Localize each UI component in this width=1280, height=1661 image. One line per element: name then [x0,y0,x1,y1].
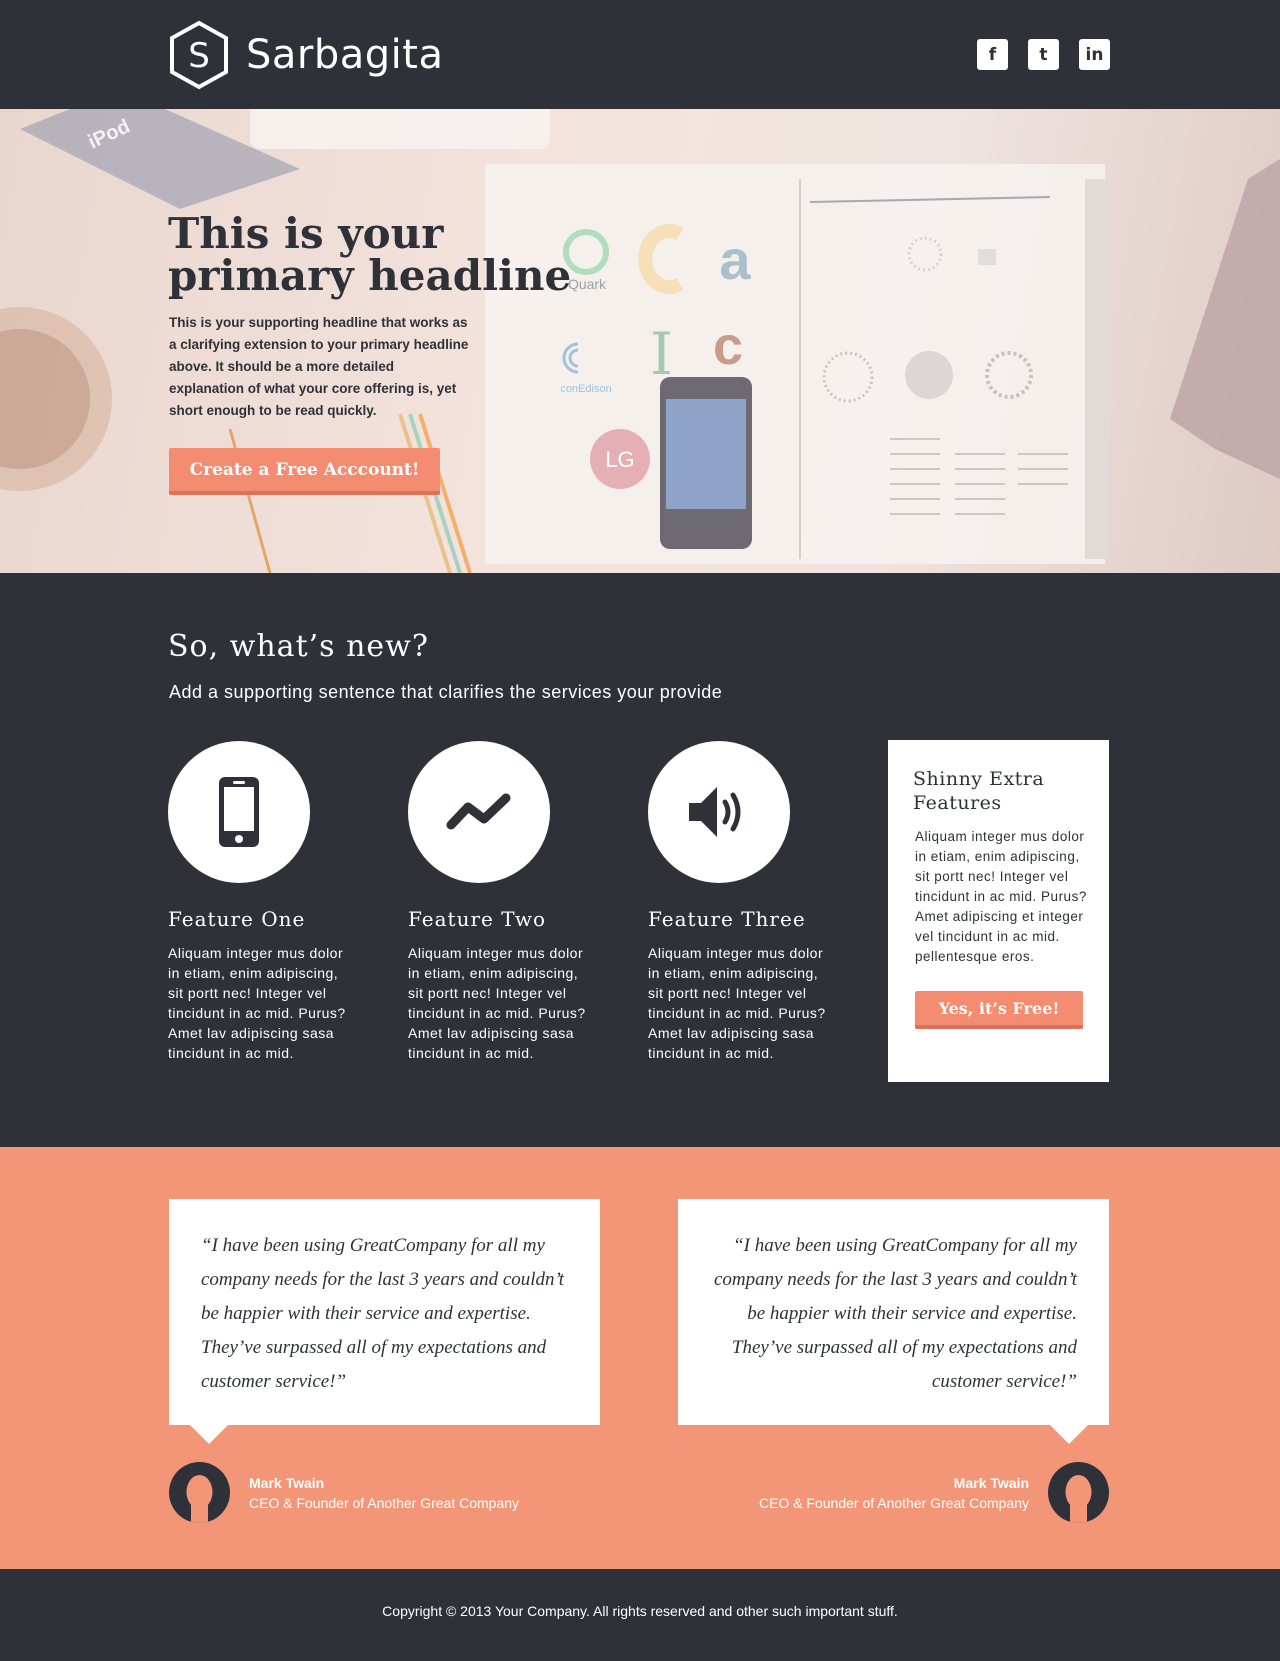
supporting-headline: This is your supporting headline that wo… [169,315,469,418]
brand-logo[interactable]: S Sarbagita [168,20,443,90]
feature-three-title: Feature Three [648,907,806,931]
extra-features-text: Aliquam integer mus dolor in etiam, enim… [915,829,1087,964]
author-role: CEO & Founder of Another Great Company [758,1494,1029,1511]
svg-text:LG: LG [605,447,634,472]
hero-section: iPod Quark a conEdison I c LG This is yo… [0,109,1280,573]
extra-features-title: Shinny Extra Features [913,768,1045,814]
feature-one-title: Feature One [168,907,306,931]
feature-three: Feature Three Aliquam integer mus dolor … [648,741,828,1063]
hexagon-logo-icon: S [170,20,228,90]
phone-icon [219,777,259,847]
avatar [169,1462,230,1523]
person-silhouette-icon [186,1475,213,1523]
svg-text:c: c [713,316,743,376]
speaker-icon [689,787,741,837]
feature-one-text: Aliquam integer mus dolor in etiam, enim… [168,945,346,1061]
avatar [1048,1462,1109,1523]
social-links: f t in [977,39,1110,70]
site-footer: Copyright © 2013 Your Company. All right… [0,1569,1280,1661]
author-meta: Mark Twain CEO & Founder of Another Grea… [759,1473,1029,1513]
feature-three-circle [648,741,790,883]
author-role: CEO & Founder of Another Great Company [249,1494,520,1511]
person-silhouette-icon [1065,1475,1092,1523]
features-subtitle: Add a supporting sentence that clarifies… [169,682,723,702]
features-section: So, what’s new? Add a supporting sentenc… [0,573,1280,1147]
logo-letter: S [188,36,210,76]
create-account-button[interactable]: Create a Free Acccount! [169,448,440,495]
testimonial-quote-right: “I have been using GreatCompany for all … [678,1199,1109,1444]
testimonial-author-left: Mark Twain CEO & Founder of Another Grea… [169,1462,519,1523]
feature-two: Feature Two Aliquam integer mus dolor in… [408,741,588,1063]
author-meta: Mark Twain CEO & Founder of Another Grea… [249,1473,519,1513]
brand-name: Sarbagita [246,32,444,78]
testimonials-section: “I have been using GreatCompany for all … [0,1147,1280,1569]
primary-headline: This is your primary headline [168,209,572,300]
yes-free-button[interactable]: Yes, it’s Free! [915,991,1083,1029]
svg-text:a: a [719,228,751,291]
feature-one: Feature One Aliquam integer mus dolor in… [168,741,348,1063]
feature-two-circle [408,741,550,883]
trend-icon [446,793,511,830]
features-title: So, what’s new? [168,629,429,664]
copyright-text: Copyright © 2013 Your Company. All right… [382,1603,898,1619]
feature-three-text: Aliquam integer mus dolor in etiam, enim… [648,945,826,1061]
linkedin-icon[interactable]: in [1079,39,1110,70]
feature-two-text: Aliquam integer mus dolor in etiam, enim… [408,945,586,1061]
site-header: S Sarbagita f t in [0,0,1280,109]
author-name: Mark Twain [249,1474,325,1491]
feature-two-title: Feature Two [408,907,547,931]
conedison-label: conEdison [560,383,611,395]
facebook-icon[interactable]: f [977,39,1008,70]
twitter-icon[interactable]: t [1028,39,1059,70]
testimonial-quote-left: “I have been using GreatCompany for all … [169,1199,600,1444]
testimonial-author-right: Mark Twain CEO & Founder of Another Grea… [759,1462,1109,1523]
author-name: Mark Twain [953,1474,1029,1491]
extra-features-card: Shinny Extra Features Aliquam integer mu… [888,740,1109,1082]
feature-one-circle [168,741,310,883]
